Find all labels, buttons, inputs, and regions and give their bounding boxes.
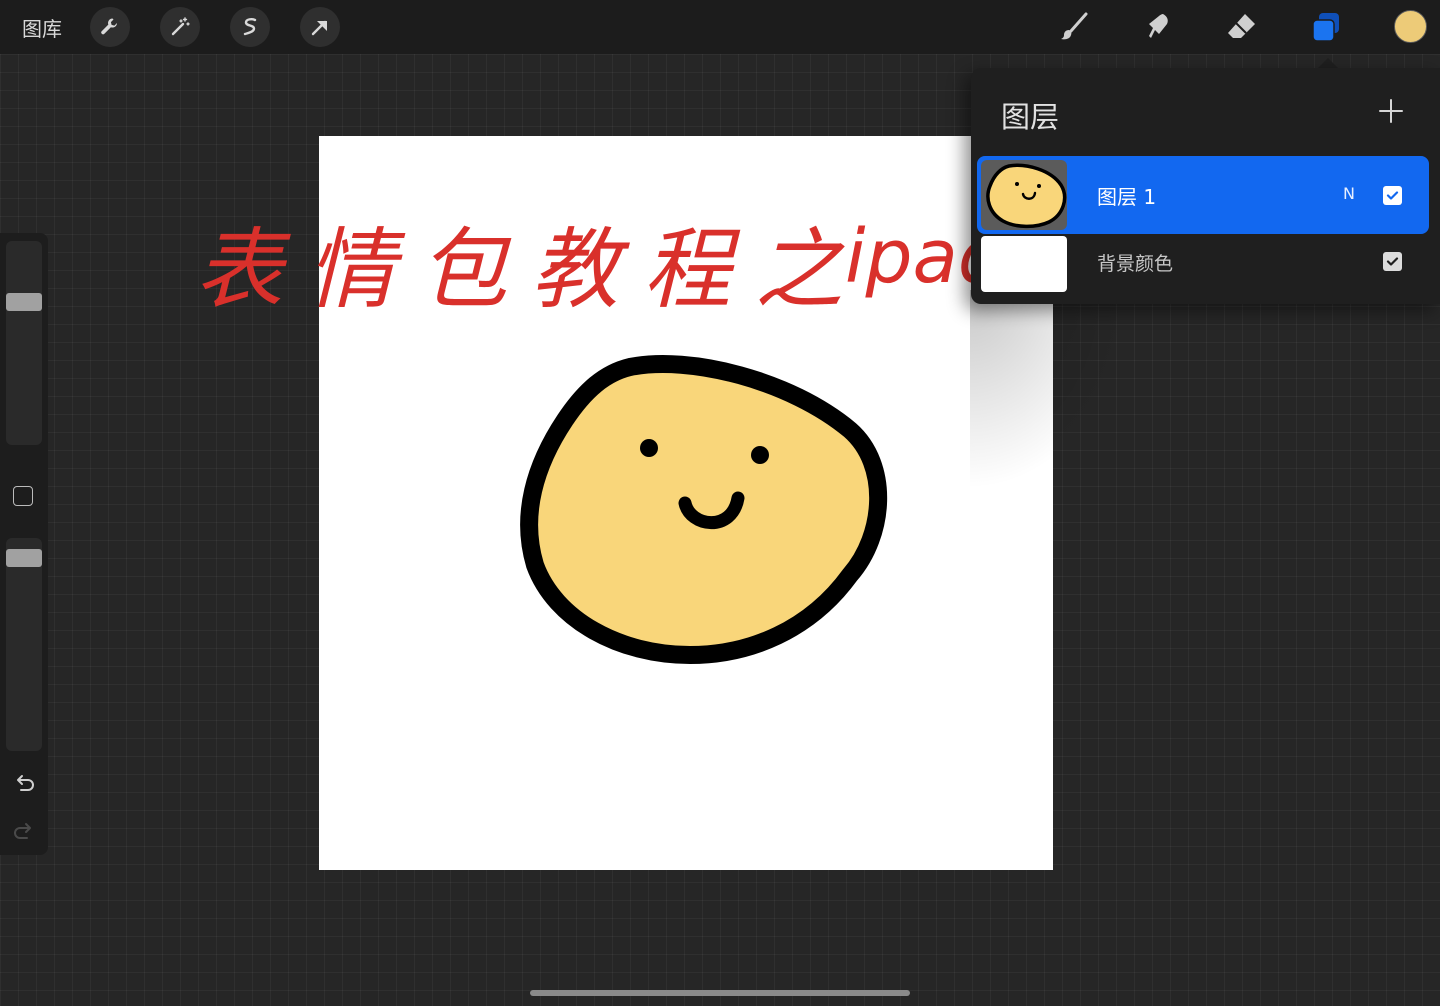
layer-row-layer1[interactable]: 图层 1 N: [977, 156, 1429, 234]
overlay-text-chinese: 表情包教程之: [195, 218, 867, 321]
color-picker-swatch[interactable]: [1394, 10, 1427, 43]
top-toolbar: 图库: [0, 0, 1440, 54]
brush-icon: [1061, 12, 1088, 40]
adjustments-button[interactable]: [160, 7, 200, 47]
handwritten-title-overlay: 表情包教程之 ipad版: [195, 214, 1090, 321]
selection-button[interactable]: [230, 7, 270, 47]
opacity-thumb[interactable]: [6, 549, 42, 567]
layer-thumbnail: [981, 160, 1067, 230]
thumbnail-smiley: [986, 163, 1067, 229]
smudge-icon: [1149, 14, 1168, 38]
layer-visibility-checkbox[interactable]: [1383, 186, 1402, 205]
plus-icon[interactable]: [1378, 98, 1404, 124]
brush-button[interactable]: [1055, 9, 1093, 45]
layers-button[interactable]: [1307, 9, 1345, 45]
blend-mode-button[interactable]: N: [1343, 184, 1355, 203]
brush-size-thumb[interactable]: [6, 293, 42, 312]
background-color-thumbnail: [981, 236, 1067, 292]
eraser-icon: [1228, 14, 1255, 38]
layer-name: 背景颜色: [1097, 253, 1174, 275]
eraser-button[interactable]: [1223, 9, 1261, 45]
opacity-slider[interactable]: [6, 538, 42, 751]
background-visibility-checkbox[interactable]: [1383, 252, 1402, 271]
layers-panel: 图层 图层 1 N 背景颜色: [971, 68, 1440, 304]
selection-icon: [243, 18, 257, 36]
redo-icon[interactable]: [12, 819, 36, 843]
layer-name: 图层 1: [1097, 185, 1157, 209]
layers-panel-title: 图层: [1001, 100, 1060, 134]
modify-square-icon[interactable]: [13, 486, 33, 506]
layers-icon: [1312, 13, 1339, 42]
gallery-button[interactable]: 图库: [22, 13, 62, 42]
wrench-icon: [101, 18, 117, 35]
checkmark-icon: [1386, 257, 1399, 266]
checkmark-icon: [1386, 191, 1399, 200]
layer-row-background[interactable]: 背景颜色: [977, 228, 1429, 300]
home-indicator: [530, 990, 910, 996]
smiley-face-drawing: [520, 355, 888, 664]
smudge-button[interactable]: [1139, 9, 1177, 45]
undo-icon[interactable]: [12, 771, 36, 795]
brush-size-slider[interactable]: [6, 241, 42, 445]
magic-wand-icon: [171, 17, 190, 36]
transform-arrow-icon: [311, 20, 327, 36]
transform-button[interactable]: [300, 7, 340, 47]
actions-button[interactable]: [90, 7, 130, 47]
left-sidebar: [0, 233, 48, 855]
